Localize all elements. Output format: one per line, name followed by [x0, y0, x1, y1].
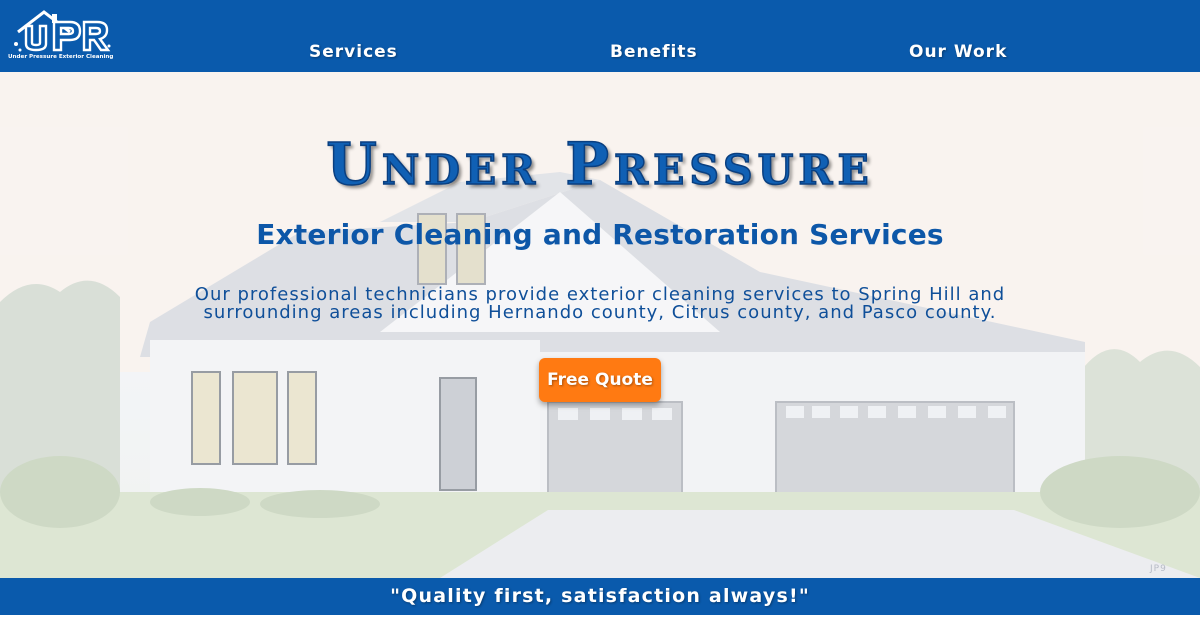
tagline-banner: "Quality first, satisfaction always!" [0, 578, 1200, 615]
brand-logo[interactable]: Under Pressure Exterior Cleaning [8, 8, 114, 64]
hero-section: Under Pressure Exterior Cleaning and Res… [0, 72, 1200, 578]
photo-watermark: JP9 [1150, 564, 1167, 574]
hero-subtitle: Exterior Cleaning and Restoration Servic… [256, 218, 944, 251]
tagline-text: "Quality first, satisfaction always!" [390, 585, 810, 607]
hero-description: Our professional technicians provide ext… [194, 284, 1006, 323]
hero-title: Under Pressure [326, 129, 874, 199]
nav-link-services[interactable]: Services [309, 42, 398, 62]
nav-link-our-work[interactable]: Our Work [909, 42, 1007, 62]
nav-link-benefits[interactable]: Benefits [610, 42, 698, 62]
house-roof-icon [14, 10, 111, 52]
logo-caption: Under Pressure Exterior Cleaning [8, 54, 114, 60]
top-navigation-bar: Under Pressure Exterior Cleaning Service… [0, 0, 1200, 72]
free-quote-button[interactable]: Free Quote [539, 358, 661, 402]
